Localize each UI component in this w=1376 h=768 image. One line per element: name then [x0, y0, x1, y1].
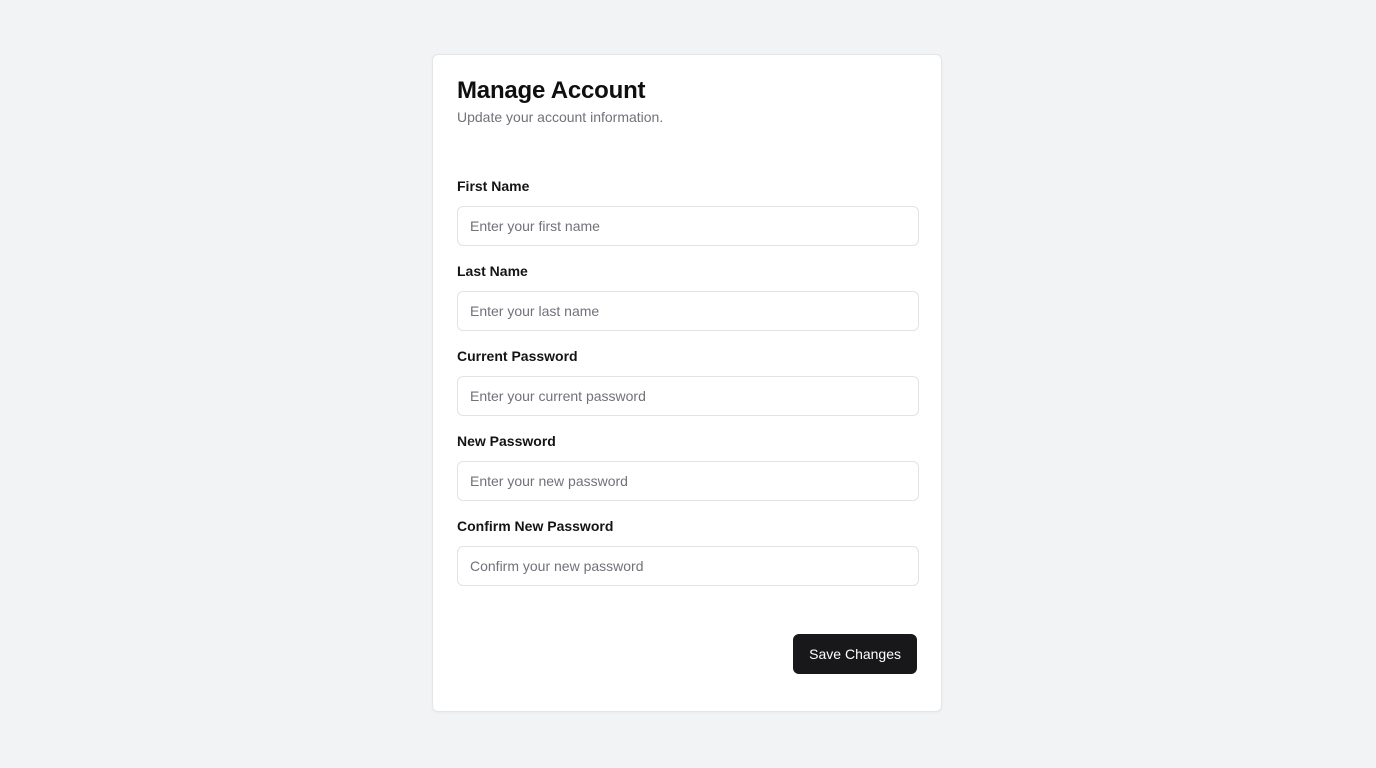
save-changes-button[interactable]: Save Changes [793, 634, 917, 674]
form-actions: Save Changes [457, 634, 917, 674]
last-name-input[interactable] [457, 291, 919, 331]
manage-account-card: Manage Account Update your account infor… [432, 54, 942, 712]
page-subtitle: Update your account information. [457, 109, 664, 125]
new-password-input[interactable] [457, 461, 919, 501]
page-title: Manage Account [457, 77, 646, 104]
last-name-label: Last Name [457, 263, 528, 279]
current-password-input[interactable] [457, 376, 919, 416]
first-name-group: First Name [457, 177, 919, 246]
account-form: First Name Last Name Current Password Ne… [457, 177, 919, 674]
last-name-group: Last Name [457, 262, 919, 331]
confirm-password-label: Confirm New Password [457, 518, 614, 534]
new-password-label: New Password [457, 433, 556, 449]
confirm-password-group: Confirm New Password [457, 517, 919, 586]
new-password-group: New Password [457, 432, 919, 501]
current-password-group: Current Password [457, 347, 919, 416]
first-name-input[interactable] [457, 206, 919, 246]
current-password-label: Current Password [457, 348, 578, 364]
first-name-label: First Name [457, 178, 530, 194]
confirm-password-input[interactable] [457, 546, 919, 586]
